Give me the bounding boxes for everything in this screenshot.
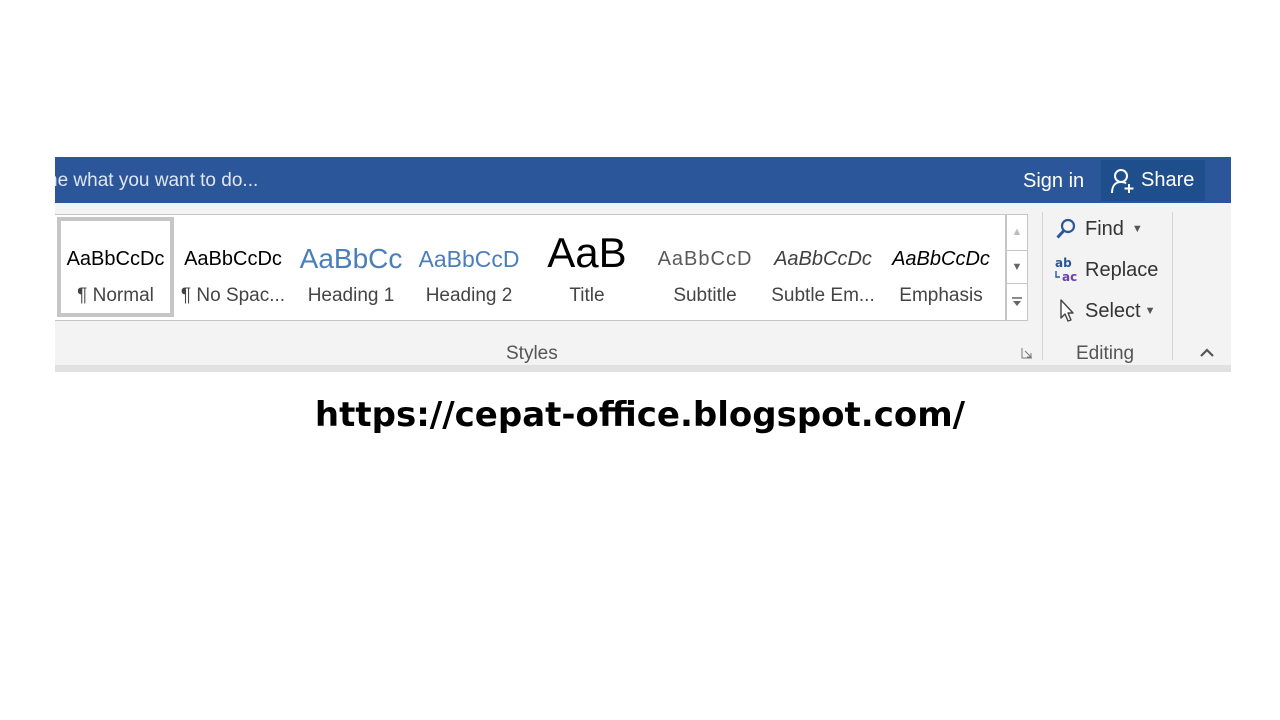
style-label: Heading 2	[425, 285, 513, 306]
replace-button[interactable]: ab ac Replace	[1053, 254, 1158, 286]
dropdown-caret-icon: ▼	[1131, 223, 1143, 235]
style-label: Subtle Em...	[771, 285, 875, 306]
style-heading-1[interactable]: AaBbCc Heading 1	[293, 217, 409, 315]
select-label: Select	[1085, 299, 1141, 322]
style-title[interactable]: AaB Title	[529, 217, 645, 315]
style-no-spacing[interactable]: AaBbCcDc ¶ No Spac...	[175, 217, 291, 315]
style-label: ¶ No Spac...	[180, 285, 286, 306]
chevron-up-icon[interactable]	[1198, 345, 1216, 359]
triangle-down-icon: ▼	[1011, 261, 1023, 273]
cursor-arrow-icon	[1053, 298, 1079, 324]
select-button[interactable]: Select ▼	[1053, 295, 1155, 327]
svg-text:ab: ab	[1055, 256, 1072, 270]
group-separator	[1042, 212, 1043, 360]
style-preview: AaBbCcDc	[184, 248, 282, 270]
find-button[interactable]: Find ▼	[1053, 213, 1143, 245]
triangle-up-icon: ▲	[1011, 226, 1023, 238]
gallery-more-button[interactable]	[1007, 285, 1027, 319]
style-preview: AaBbCcD	[657, 248, 753, 270]
gallery-scroller: ▲ ▼	[1006, 214, 1028, 321]
editing-group-label: Editing	[1076, 343, 1135, 364]
find-label: Find	[1085, 217, 1124, 240]
tell-me-search[interactable]: ne what you want to do...	[55, 170, 258, 192]
style-preview: AaB	[547, 231, 627, 276]
style-subtitle[interactable]: AaBbCcD Subtitle	[647, 217, 763, 315]
style-preview: AaBbCcDc	[66, 248, 165, 270]
share-button[interactable]: Share	[1101, 160, 1205, 201]
style-label: ¶ Normal	[77, 285, 154, 306]
style-normal[interactable]: AaBbCcDc ¶ Normal	[57, 217, 174, 317]
style-heading-2[interactable]: AaBbCcD Heading 2	[411, 217, 527, 315]
blog-url-caption: https://cepat-office.blogspot.com/	[314, 395, 966, 435]
share-label: Share	[1141, 169, 1195, 191]
style-subtle-emphasis[interactable]: AaBbCcDc Subtle Em...	[765, 217, 881, 315]
style-emphasis[interactable]: AaBbCcDc Emphasis	[883, 217, 999, 315]
title-bar: ne what you want to do... Sign in Share	[55, 157, 1231, 203]
styles-gallery: AaBbCcDc ¶ Normal AaBbCcDc ¶ No Spac... …	[55, 214, 1006, 321]
gallery-scroll-up-button[interactable]: ▲	[1007, 215, 1027, 249]
sign-in-link[interactable]: Sign in	[1023, 170, 1084, 193]
dialog-launcher-icon[interactable]	[1021, 347, 1033, 359]
word-ribbon: ne what you want to do... Sign in Share …	[55, 157, 1231, 372]
dropdown-caret-icon: ▼	[1144, 305, 1156, 317]
styles-group-label: Styles	[506, 343, 558, 364]
group-separator	[1172, 212, 1173, 360]
svg-text:ac: ac	[1062, 270, 1077, 284]
ab-ac-replace-icon: ab ac	[1053, 256, 1079, 284]
more-dropdown-icon	[1012, 297, 1022, 306]
style-label: Emphasis	[899, 285, 983, 306]
style-preview: AaBbCcDc	[892, 248, 990, 270]
gallery-scroll-down-button[interactable]: ▼	[1007, 250, 1027, 284]
style-label: Subtitle	[673, 285, 737, 306]
style-preview: AaBbCcDc	[774, 248, 872, 270]
ribbon-bottom-border	[55, 365, 1231, 372]
style-preview: AaBbCc	[299, 243, 403, 274]
replace-label: Replace	[1085, 258, 1159, 281]
person-plus-icon	[1111, 168, 1134, 193]
style-preview: AaBbCcD	[418, 246, 520, 272]
style-label: Heading 1	[307, 285, 395, 306]
style-label: Title	[569, 285, 605, 306]
magnifier-icon	[1053, 216, 1079, 242]
